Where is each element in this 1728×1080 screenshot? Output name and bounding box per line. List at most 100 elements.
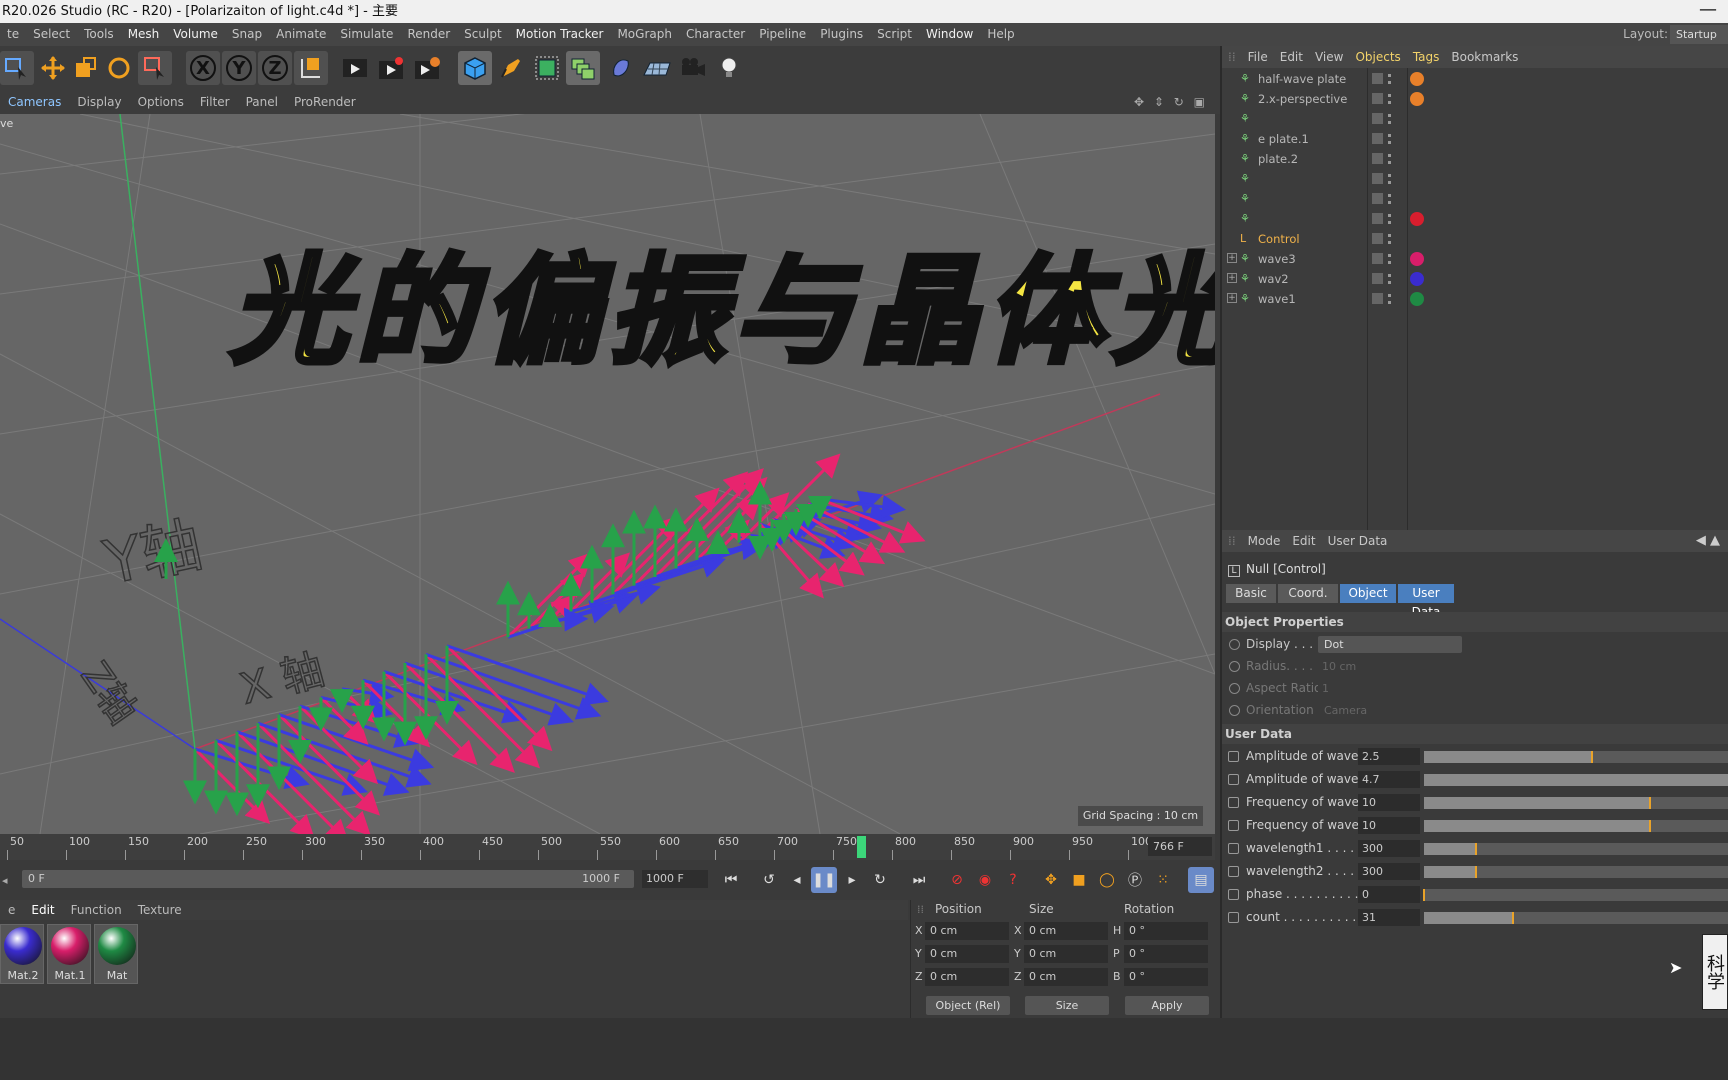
slider-handle[interactable] — [1591, 751, 1594, 763]
tab-basic[interactable]: Basic — [1226, 584, 1276, 603]
rotation-key-icon[interactable]: ◯ — [1094, 867, 1120, 893]
animate-toggle-icon[interactable] — [1228, 751, 1239, 762]
material-mat[interactable]: Mat — [94, 924, 138, 984]
object-row[interactable]: ⚘ — [1222, 190, 1728, 208]
render-dots-icon[interactable] — [1388, 174, 1392, 184]
object-row[interactable]: ⚘ — [1222, 170, 1728, 188]
size-mode-select[interactable]: Size — [1025, 996, 1109, 1015]
slider-handle[interactable] — [1511, 912, 1514, 924]
go-to-start-icon[interactable]: ⏮ — [718, 867, 744, 893]
frame-range-slider[interactable]: 0 F 1000 F — [22, 870, 634, 888]
expand-toggle-icon[interactable]: + — [1227, 293, 1237, 303]
visibility-toggle-icon[interactable] — [1372, 153, 1383, 164]
current-frame-marker[interactable] — [857, 836, 866, 858]
render-dots-icon[interactable] — [1388, 274, 1392, 284]
viewport-navigation-icons[interactable]: ✥ ⇕ ↻ ▣ — [1134, 90, 1208, 114]
previous-key-icon[interactable]: ↺ — [756, 867, 782, 893]
material-menu-texture[interactable]: Texture — [130, 900, 190, 920]
position-x-field[interactable]: 0 cm — [925, 922, 1009, 940]
menu-item-plugins[interactable]: Plugins — [813, 23, 870, 46]
layout-select[interactable]: Startup — [1670, 25, 1728, 44]
user-data-slider[interactable] — [1424, 866, 1728, 878]
max-frame-field[interactable]: 1000 F — [642, 870, 708, 888]
property-radio[interactable] — [1229, 705, 1240, 716]
slider-handle[interactable] — [1475, 866, 1478, 878]
menu-item-render[interactable]: Render — [400, 23, 457, 46]
size-y-field[interactable]: 0 cm — [1024, 945, 1108, 963]
menu-item-sculpt[interactable]: Sculpt — [457, 23, 508, 46]
material-menu-e[interactable]: e — [0, 900, 23, 920]
user-data-row[interactable]: Frequency of wave2 10 — [1222, 815, 1728, 836]
viewport-menu-cameras[interactable]: Cameras — [0, 90, 69, 114]
scale-icon[interactable] — [68, 51, 102, 85]
material-tag-icon[interactable] — [1410, 212, 1424, 226]
object-property-row[interactable]: Aspect Ratio 1 — [1222, 678, 1728, 699]
rotation-p-field[interactable]: 0 ° — [1124, 945, 1208, 963]
size-z-field[interactable]: 0 cm — [1024, 968, 1108, 986]
user-data-value-field[interactable]: 2.5 — [1358, 748, 1420, 765]
user-data-slider[interactable] — [1424, 797, 1728, 809]
animate-toggle-icon[interactable] — [1228, 912, 1239, 923]
scale-key-icon[interactable]: ■ — [1066, 867, 1092, 893]
tab-userdata[interactable]: User Data — [1398, 584, 1454, 619]
material-tag-icon[interactable] — [1410, 292, 1424, 306]
keyframe-selection-icon[interactable]: ? — [1000, 867, 1026, 893]
menu-item-te[interactable]: te — [0, 23, 26, 46]
visibility-toggle-icon[interactable] — [1372, 213, 1383, 224]
record-active-objects-icon[interactable]: ⊘ — [944, 867, 970, 893]
parameter-key-icon[interactable]: Ⓟ — [1122, 867, 1148, 893]
array-icon[interactable] — [566, 51, 600, 85]
visibility-toggle-icon[interactable] — [1372, 173, 1383, 184]
material-tag-icon[interactable] — [1410, 72, 1424, 86]
camera-icon[interactable] — [676, 51, 710, 85]
previous-frame-icon[interactable]: ◂ — [784, 867, 810, 893]
slider-handle[interactable] — [1649, 820, 1652, 832]
object-row[interactable]: + ⚘ wave3 — [1222, 250, 1728, 268]
animate-toggle-icon[interactable] — [1228, 866, 1239, 877]
render-dots-icon[interactable] — [1388, 74, 1392, 84]
visibility-toggle-icon[interactable] — [1372, 93, 1383, 104]
object-menu-tags[interactable]: Tags — [1407, 46, 1446, 68]
viewport-menu-filter[interactable]: Filter — [192, 90, 238, 114]
material-tag-icon[interactable] — [1410, 252, 1424, 266]
render-dots-icon[interactable] — [1388, 214, 1392, 224]
user-data-row[interactable]: Amplitude of wave1 2.5 — [1222, 746, 1728, 767]
attribute-menu-user-data[interactable]: User Data — [1322, 530, 1394, 552]
animate-toggle-icon[interactable] — [1228, 820, 1239, 831]
autokeying-icon[interactable]: ◉ — [972, 867, 998, 893]
visibility-toggle-icon[interactable] — [1372, 193, 1383, 204]
timeline-ruler[interactable]: 50 100 150 200 250 300 350 400 450 500 550 600 650 70… — [0, 834, 1215, 860]
viewport-menu-options[interactable]: Options — [130, 90, 192, 114]
object-row[interactable]: + ⚘ wav2 — [1222, 270, 1728, 288]
animate-toggle-icon[interactable] — [1228, 797, 1239, 808]
current-frame-field[interactable]: 766 F — [1148, 837, 1212, 856]
attribute-menu-mode[interactable]: Mode — [1242, 530, 1287, 552]
tab-coord[interactable]: Coord. — [1278, 584, 1338, 603]
navigation-arrows-icon[interactable]: ◀ ▲ — [1696, 533, 1720, 548]
position-y-field[interactable]: 0 cm — [925, 945, 1009, 963]
object-property-row[interactable]: Display . . . . Dot — [1222, 634, 1728, 655]
menu-item-character[interactable]: Character — [679, 23, 752, 46]
visibility-toggle-icon[interactable] — [1372, 113, 1383, 124]
menu-item-mograph[interactable]: MoGraph — [610, 23, 679, 46]
user-data-row[interactable]: Amplitude of wave2 4.7 — [1222, 769, 1728, 790]
viewport-menu-display[interactable]: Display — [69, 90, 129, 114]
material-tag-icon[interactable] — [1410, 272, 1424, 286]
menu-item-script[interactable]: Script — [870, 23, 919, 46]
apply-button[interactable]: Apply — [1125, 996, 1209, 1015]
object-row[interactable]: ⚘ half-wave plate — [1222, 70, 1728, 88]
move-icon[interactable] — [36, 51, 70, 85]
object-row[interactable]: ⚘ — [1222, 210, 1728, 228]
user-data-row[interactable]: count . . . . . . . . . . . . 31 — [1222, 907, 1728, 928]
menu-item-motion-tracker[interactable]: Motion Tracker — [509, 23, 611, 46]
cube-icon[interactable] — [458, 51, 492, 85]
object-menu-bookmarks[interactable]: Bookmarks — [1445, 46, 1524, 68]
viewport-menu-panel[interactable]: Panel — [238, 90, 286, 114]
menu-item-window[interactable]: Window — [919, 23, 980, 46]
material-mat-2[interactable]: Mat.2 — [0, 924, 44, 984]
menu-item-volume[interactable]: Volume — [166, 23, 225, 46]
timeline-window-icon[interactable]: ▤ — [1188, 867, 1214, 893]
property-value-field[interactable]: 1 — [1318, 680, 1380, 697]
object-row[interactable]: ⚘ e plate.1 — [1222, 130, 1728, 148]
visibility-toggle-icon[interactable] — [1372, 133, 1383, 144]
